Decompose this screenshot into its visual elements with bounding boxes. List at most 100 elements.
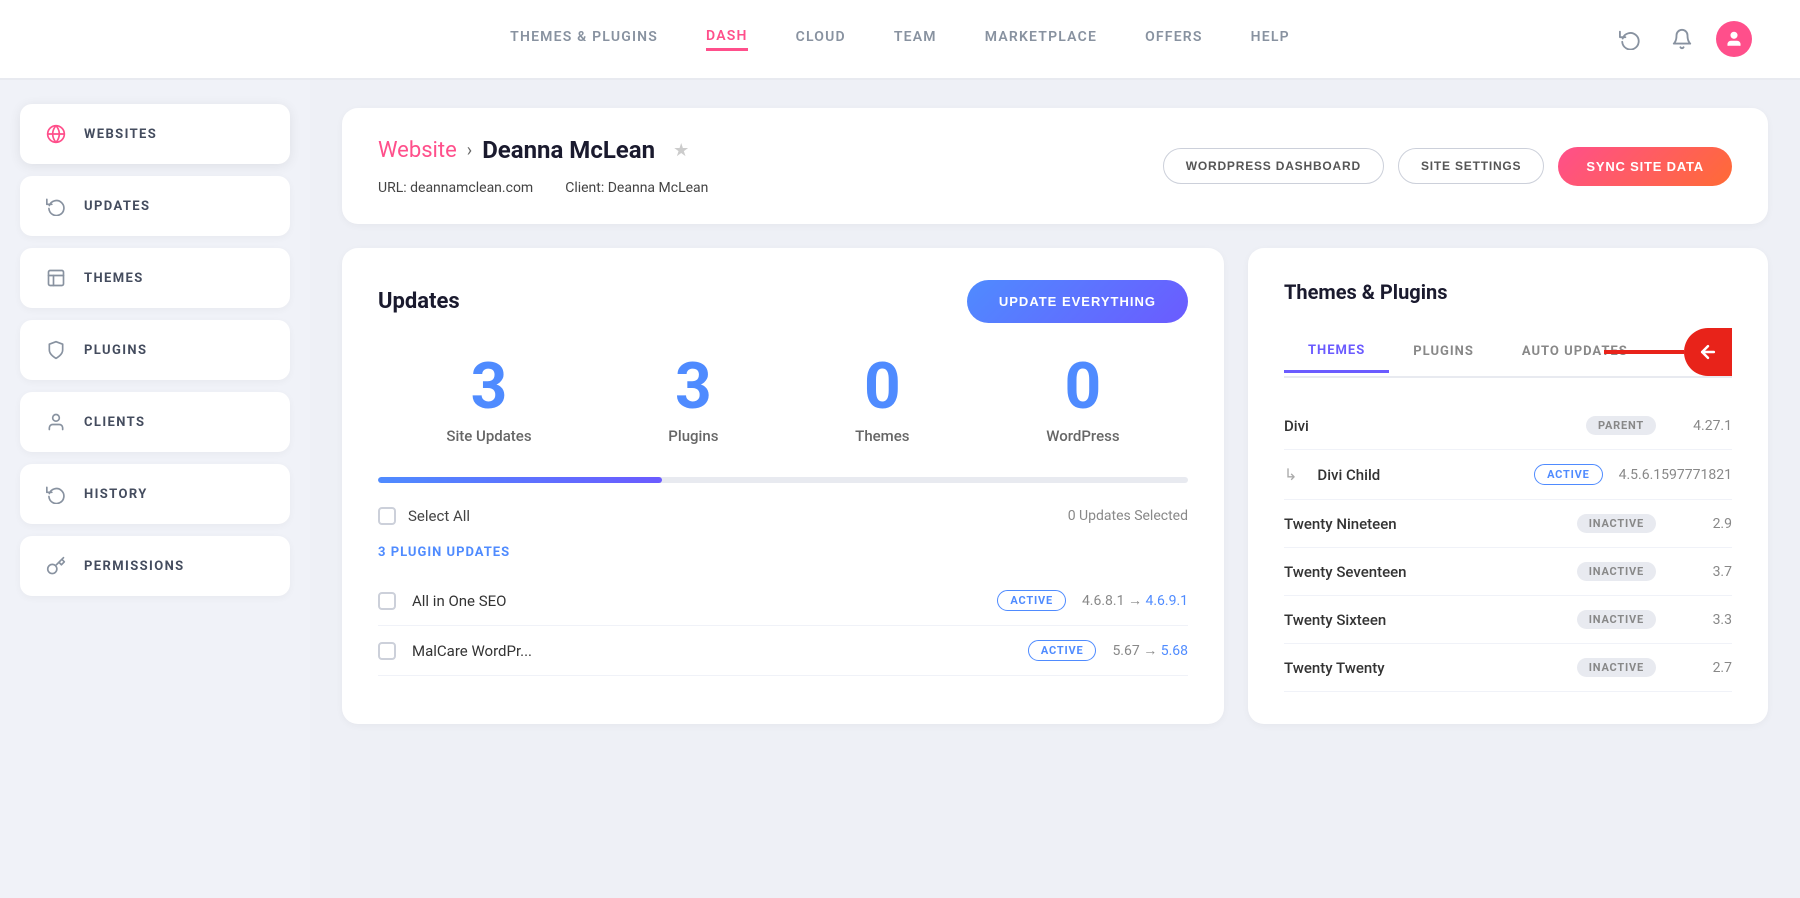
plugin-updates-label: 3 Plugin Updates (378, 545, 1188, 560)
stats-row: 3 Site Updates 3 Plugins 0 Themes 0 Word… (378, 355, 1188, 445)
stat-label-plugins: Plugins (668, 427, 718, 445)
star-icon[interactable]: ★ (673, 140, 689, 161)
breadcrumb-website[interactable]: Website (378, 138, 457, 163)
stat-number-plugins: 3 (668, 355, 718, 419)
nav-help[interactable]: Help (1251, 29, 1290, 49)
stat-number-themes: 0 (855, 355, 909, 419)
theme-version-divi-child: 4.5.6.1597771821 (1619, 467, 1732, 483)
breadcrumb-site-name: Deanna McLean (482, 136, 655, 164)
theme-row-twenty-sixteen: Twenty Sixteen INACTIVE 3.3 (1284, 596, 1732, 644)
nav-team[interactable]: Team (894, 29, 937, 49)
shield-icon-sidebar (44, 338, 68, 362)
top-navigation: Themes & Plugins Dash Cloud Team Marketp… (0, 0, 1800, 80)
updates-title: Updates (378, 289, 460, 314)
sidebar-item-websites[interactable]: Websites (20, 104, 290, 164)
breadcrumb: Website › Deanna McLean ★ (378, 136, 708, 164)
nav-icon-group (1612, 21, 1752, 57)
sidebar-history-label: History (84, 487, 148, 502)
theme-row-twenty-twenty: Twenty Twenty INACTIVE 2.7 (1284, 644, 1732, 692)
stat-wordpress: 0 WordPress (1046, 355, 1119, 445)
select-all-row: Select All 0 Updates Selected (378, 507, 1188, 525)
theme-name-divi-child: Divi Child (1317, 466, 1518, 484)
wordpress-dashboard-button[interactable]: WordPress Dashboard (1163, 148, 1384, 184)
sidebar-item-updates[interactable]: Updates (20, 176, 290, 236)
arrow-indicator (1684, 328, 1732, 376)
nav-cloud[interactable]: Cloud (796, 29, 846, 49)
stat-label-wordpress: WordPress (1046, 427, 1119, 445)
tabs-row: Themes Plugins Auto Updates (1284, 328, 1732, 378)
nav-offers[interactable]: Offers (1145, 29, 1203, 49)
content-area: Website › Deanna McLean ★ URL: deannamcl… (310, 80, 1800, 898)
sidebar-clients-label: Clients (84, 415, 145, 430)
theme-badge-twenty-sixteen: INACTIVE (1577, 610, 1656, 629)
progress-bar-fill (378, 477, 662, 483)
nav-themes-plugins[interactable]: Themes & Plugins (510, 29, 658, 49)
nav-marketplace[interactable]: Marketplace (985, 29, 1097, 49)
sidebar-permissions-label: Permissions (84, 559, 185, 574)
select-all-label: Select All (408, 507, 470, 525)
bell-icon[interactable] (1664, 21, 1700, 57)
url-label: URL: (378, 180, 407, 196)
sidebar-item-history[interactable]: History (20, 464, 290, 524)
globe-icon (44, 122, 68, 146)
theme-version-twenty-twenty: 2.7 (1672, 660, 1732, 676)
theme-name-twenty-nineteen: Twenty Nineteen (1284, 515, 1561, 533)
theme-name-twenty-sixteen: Twenty Sixteen (1284, 611, 1561, 629)
themes-plugins-card: Themes & Plugins Themes Plugins Auto Upd… (1248, 248, 1768, 724)
nav-links: Themes & Plugins Dash Cloud Team Marketp… (510, 28, 1290, 51)
child-arrow-icon: ↳ (1284, 465, 1297, 484)
theme-badge-twenty-nineteen: INACTIVE (1577, 514, 1656, 533)
nav-dash[interactable]: Dash (706, 28, 748, 51)
site-header: Website › Deanna McLean ★ URL: deannamcl… (342, 108, 1768, 224)
sidebar-item-permissions[interactable]: Permissions (20, 536, 290, 596)
plugin-name-1: All in One SEO (412, 592, 981, 610)
main-layout: Websites Updates Themes (0, 80, 1800, 898)
sidebar-websites-label: Websites (84, 127, 157, 142)
plugin-checkbox-2[interactable] (378, 642, 396, 660)
arrow-line (1604, 350, 1684, 354)
theme-row-twenty-seventeen: Twenty Seventeen INACTIVE 3.7 (1284, 548, 1732, 596)
theme-row-twenty-nineteen: Twenty Nineteen INACTIVE 2.9 (1284, 500, 1732, 548)
refresh-icon[interactable] (1612, 21, 1648, 57)
sidebar-plugins-label: Plugins (84, 343, 147, 358)
stat-plugins: 3 Plugins (668, 355, 718, 445)
plugin-row-2: MalCare WordPr... ACTIVE 5.67 → 5.68 (378, 626, 1188, 676)
sidebar-item-plugins[interactable]: Plugins (20, 320, 290, 380)
sidebar-item-clients[interactable]: Clients (20, 392, 290, 452)
tab-themes[interactable]: Themes (1284, 333, 1389, 373)
refresh-icon-sidebar (44, 194, 68, 218)
select-all-checkbox[interactable]: Select All (378, 507, 470, 525)
theme-version-twenty-nineteen: 2.9 (1672, 516, 1732, 532)
plugin-checkbox-1[interactable] (378, 592, 396, 610)
update-everything-button[interactable]: Update Everything (967, 280, 1188, 323)
theme-row-divi: Divi PARENT 4.27.1 (1284, 402, 1732, 450)
theme-version-twenty-seventeen: 3.7 (1672, 564, 1732, 580)
breadcrumb-arrow: › (467, 140, 472, 161)
sidebar-item-themes[interactable]: Themes (20, 248, 290, 308)
updates-card: Updates Update Everything 3 Site Updates… (342, 248, 1224, 724)
plugin-badge-2: ACTIVE (1028, 640, 1097, 661)
sidebar-updates-label: Updates (84, 199, 150, 214)
sidebar-themes-label: Themes (84, 271, 144, 286)
site-settings-button[interactable]: Site Settings (1398, 148, 1544, 184)
sync-site-data-button[interactable]: Sync Site Data (1558, 147, 1732, 186)
theme-row-divi-child: ↳ Divi Child ACTIVE 4.5.6.1597771821 (1284, 450, 1732, 500)
theme-version-divi: 4.27.1 (1672, 418, 1732, 434)
site-actions: WordPress Dashboard Site Settings Sync S… (1163, 147, 1732, 186)
key-icon (44, 554, 68, 578)
plugin-version-1: 4.6.8.1 → 4.6.9.1 (1082, 592, 1188, 609)
checkbox-box[interactable] (378, 507, 396, 525)
progress-bar (378, 477, 1188, 483)
theme-badge-divi: PARENT (1586, 416, 1656, 435)
theme-badge-twenty-twenty: INACTIVE (1577, 658, 1656, 677)
plugin-version-2: 5.67 → 5.68 (1112, 642, 1188, 659)
user-icon-sidebar (44, 410, 68, 434)
updates-selected-count: 0 Updates Selected (1068, 508, 1188, 524)
tab-plugins[interactable]: Plugins (1389, 334, 1498, 371)
clock-icon (44, 482, 68, 506)
theme-version-twenty-sixteen: 3.3 (1672, 612, 1732, 628)
stat-site-updates: 3 Site Updates (446, 355, 531, 445)
user-avatar[interactable] (1716, 21, 1752, 57)
client-value: Deanna McLean (608, 180, 709, 196)
site-meta: URL: deannamclean.com Client: Deanna McL… (378, 180, 708, 196)
